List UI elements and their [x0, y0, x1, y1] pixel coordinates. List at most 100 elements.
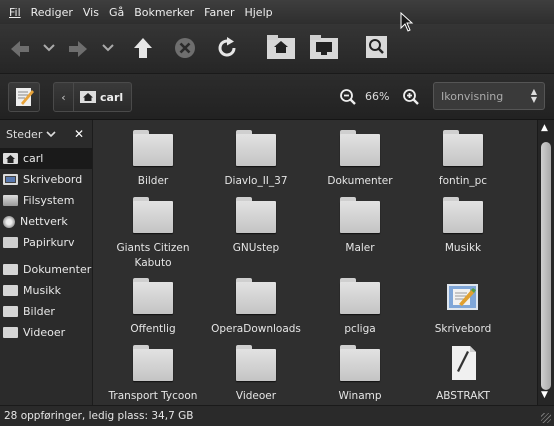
stop-button[interactable] — [173, 36, 197, 60]
sidebar-item-bilder[interactable]: Bilder — [0, 301, 92, 322]
chevron-down-icon — [46, 131, 56, 138]
resize-grip-icon[interactable] — [541, 413, 551, 423]
menu-fil[interactable]: Fil — [4, 6, 26, 19]
sidebar-item-label: Filsystem — [23, 194, 75, 207]
sidebar-item-nettverk[interactable]: Nettverk — [0, 211, 92, 232]
zoom-out-button[interactable] — [339, 88, 357, 109]
file-item-fontin[interactable]: fontin_pc — [409, 130, 517, 189]
scroll-down-icon[interactable]: ▼ — [541, 390, 548, 400]
menu-faner-label: Faner — [204, 5, 235, 19]
menu-bokmerker[interactable]: Bokmerker — [129, 6, 199, 19]
back-history-button[interactable] — [42, 41, 56, 55]
menu-fil-label: Fil — [9, 5, 21, 19]
breadcrumb-left-chevron-icon[interactable]: ‹ — [54, 83, 74, 111]
sidebar-item-label: Bilder — [23, 305, 55, 318]
sidebar-item-label: Nettverk — [20, 215, 68, 228]
sidebar-item-musikk[interactable]: Musikk — [0, 280, 92, 301]
sidebar-close-icon[interactable]: ✕ — [74, 127, 84, 141]
view-mode-select[interactable]: Ikonvisning ▲ ▼ — [433, 82, 545, 110]
file-name: Videoer — [235, 390, 277, 402]
file-item-pcliga[interactable]: pcliga — [306, 278, 414, 337]
file-name: Diavlo_II_37 — [224, 175, 288, 187]
menu-hjelp[interactable]: Hjelp — [239, 6, 277, 19]
vertical-scrollbar[interactable]: ▲ ▼ — [537, 120, 554, 405]
file-item-dokumenter[interactable]: Dokumenter — [306, 130, 414, 189]
back-history-chevron-icon — [43, 44, 55, 52]
folder-icon — [133, 197, 173, 233]
folder-icon — [3, 327, 18, 338]
folder-icon — [236, 345, 276, 381]
sidebar-item-filsystem[interactable]: Filsystem — [0, 190, 92, 211]
menu-rediger-label: Rediger — [30, 5, 73, 19]
file-item-musikk[interactable]: Musikk — [409, 197, 517, 256]
scroll-up-icon[interactable]: ▲ — [541, 123, 548, 133]
home-icon — [80, 91, 96, 103]
menu-bokmerker-label: Bokmerker — [134, 5, 195, 19]
edit-location-button[interactable] — [8, 82, 40, 112]
file-item-videoer[interactable]: Videoer — [202, 345, 310, 404]
sidebar-item-skrivebord[interactable]: Skrivebord — [0, 169, 92, 190]
folder-icon — [133, 130, 173, 166]
forward-history-button[interactable] — [101, 41, 115, 55]
scrollbar-thumb[interactable] — [541, 142, 551, 390]
back-button[interactable] — [8, 37, 32, 61]
back-icon — [11, 41, 29, 57]
file-name: Maler — [345, 242, 375, 254]
menu-ga[interactable]: Gå — [104, 6, 129, 19]
file-item-maler[interactable]: Maler — [306, 197, 414, 256]
file-item-skrivebord[interactable]: Skrivebord — [409, 278, 517, 337]
menu-faner[interactable]: Faner — [199, 6, 239, 19]
folder-icon — [340, 130, 380, 166]
folder-icon — [340, 278, 380, 314]
sidebar-item-videoer[interactable]: Videoer — [0, 322, 92, 343]
file-item-winamp[interactable]: Winamp — [306, 345, 414, 404]
file-name: Dokumenter — [327, 175, 393, 187]
sidebar-header[interactable]: Steder ✕ — [0, 120, 92, 148]
file-name: Bilder — [137, 175, 169, 187]
folder-icon — [236, 197, 276, 233]
menu-vis[interactable]: Vis — [78, 6, 104, 19]
forward-button[interactable] — [66, 37, 90, 61]
file-item-bilder[interactable]: Bilder — [99, 130, 207, 189]
up-icon — [134, 38, 152, 58]
status-bar: 28 oppføringer, ledig plass: 34,7 GB — [0, 405, 554, 426]
search-button[interactable] — [364, 34, 390, 60]
sidebar-item-label: carl — [23, 152, 44, 165]
up-button[interactable] — [131, 36, 155, 62]
file-item-transport-tycoon[interactable]: Transport Tycoon Deluxe — [99, 345, 207, 405]
menu-vis-label: Vis — [82, 5, 99, 19]
sidebar-item-carl[interactable]: carl — [0, 148, 92, 169]
desktop-launcher-icon — [447, 284, 478, 310]
file-item-abstrakt-tenkning[interactable]: ABSTRAKT TENKNING.doc — [409, 345, 517, 405]
file-item-giants[interactable]: Giants Citizen Kabuto — [99, 197, 207, 271]
document-icon — [452, 346, 476, 380]
home-folder-icon — [267, 35, 295, 59]
search-icon — [366, 36, 387, 58]
file-item-gnustep[interactable]: GNUstep — [202, 197, 310, 256]
reload-button[interactable] — [215, 36, 239, 60]
sidebar-item-label: Musikk — [23, 284, 61, 297]
folder-icon — [3, 264, 18, 275]
file-name: Winamp — [338, 390, 382, 402]
sidebar-item-papirkurv[interactable]: Papirkurv — [0, 232, 92, 253]
mouse-cursor-icon — [400, 12, 414, 32]
folder-icon — [236, 278, 276, 314]
menu-rediger[interactable]: Rediger — [26, 6, 78, 19]
zoom-out-icon — [340, 89, 356, 105]
file-item-diavlo[interactable]: Diavlo_II_37 — [202, 130, 310, 189]
zoom-in-button[interactable] — [402, 88, 420, 109]
sidebar-item-dokumenter[interactable]: Dokumenter — [0, 259, 92, 280]
file-icon-view: Bilder Diavlo_II_37 Dokumenter fontin_pc… — [95, 120, 537, 405]
file-name: ABSTRAKT TENKNING.doc — [436, 390, 490, 402]
file-item-operadownloads[interactable]: OperaDownloads — [202, 278, 310, 337]
home-button[interactable] — [266, 34, 296, 60]
file-item-offentlig[interactable]: Offentlig — [99, 278, 207, 337]
breadcrumb-carl[interactable]: carl — [74, 83, 131, 111]
computer-button[interactable] — [309, 34, 339, 60]
view-mode-value: Ikonvisning — [441, 89, 504, 103]
zoom-in-icon — [403, 89, 419, 105]
folder-icon — [133, 345, 173, 381]
breadcrumb-carl-label: carl — [100, 90, 124, 104]
folder-icon — [3, 285, 18, 296]
forward-history-chevron-icon — [102, 44, 114, 52]
